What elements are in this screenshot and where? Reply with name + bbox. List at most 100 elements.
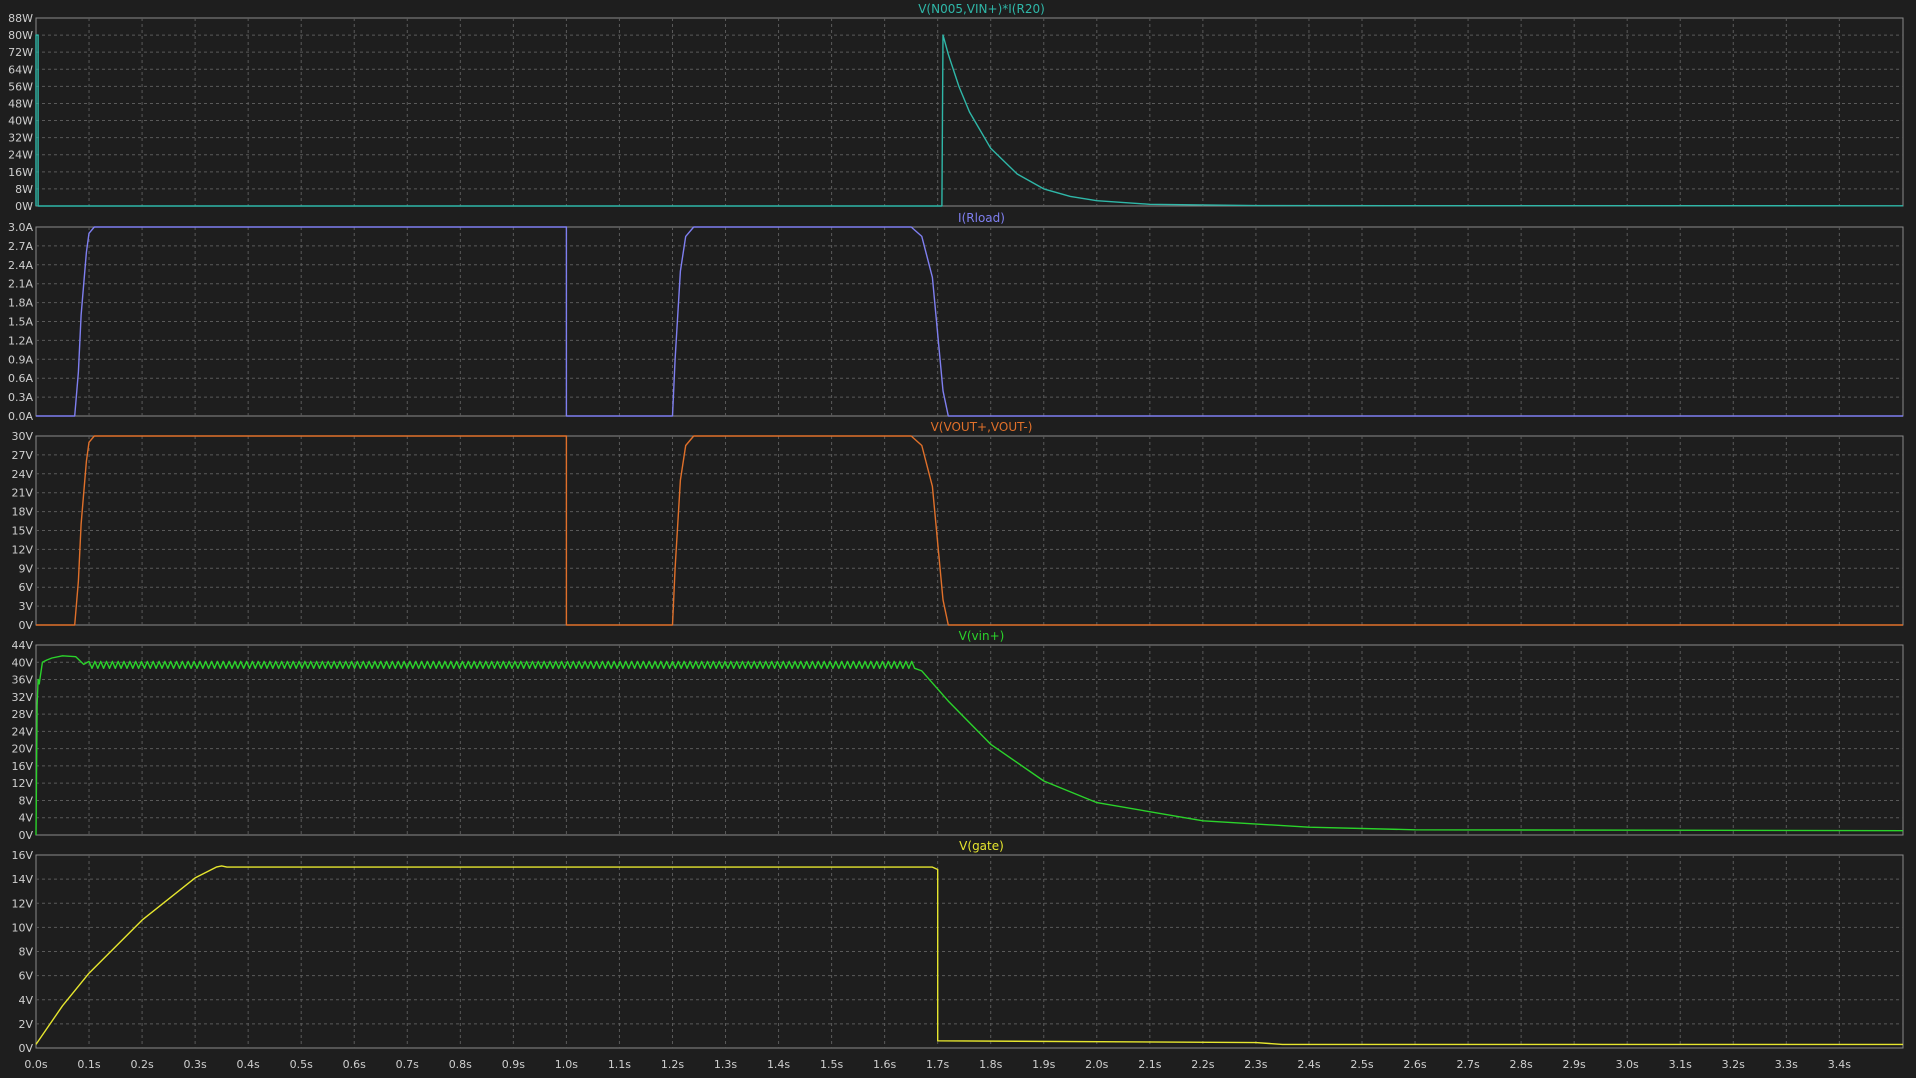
- y-tick-label: 72W: [8, 46, 33, 59]
- y-tick-label: 40W: [8, 115, 33, 128]
- y-tick-label: 4V: [18, 812, 33, 825]
- x-tick-label: 1.1s: [608, 1058, 631, 1071]
- y-tick-label: 6V: [18, 581, 33, 594]
- x-tick-label: 1.2s: [661, 1058, 684, 1071]
- y-tick-label: 8V: [18, 946, 33, 959]
- y-tick-label: 0V: [18, 1042, 33, 1055]
- y-tick-label: 1.2A: [8, 334, 33, 347]
- x-tick-label: 3.3s: [1775, 1058, 1798, 1071]
- y-tick-label: 24V: [11, 468, 33, 481]
- x-tick-label: 2.6s: [1403, 1058, 1426, 1071]
- x-tick-label: 0.4s: [237, 1058, 260, 1071]
- x-tick-label: 1.5s: [820, 1058, 843, 1071]
- y-tick-label: 14V: [11, 873, 33, 886]
- x-tick-label: 3.1s: [1669, 1058, 1692, 1071]
- y-tick-label: 20V: [11, 743, 33, 756]
- y-tick-label: 2.7A: [8, 240, 33, 253]
- y-tick-label: 15V: [11, 525, 33, 538]
- y-tick-label: 30V: [11, 430, 33, 443]
- x-tick-label: 1.0s: [555, 1058, 578, 1071]
- x-tick-label: 0.8s: [449, 1058, 472, 1071]
- pane-title: V(gate): [959, 839, 1004, 853]
- y-tick-label: 36V: [11, 674, 33, 687]
- x-tick-label: 2.4s: [1297, 1058, 1320, 1071]
- chart-window: 0W 8W 16W 24W 32W 40W 48W 56W 64W 72W 80W 88W V(N005…: [0, 0, 1916, 1074]
- y-tick-label: 27V: [11, 449, 33, 462]
- y-tick-label: 12V: [11, 897, 33, 910]
- waveform-chart: 0W 8W 16W 24W 32W 40W 48W 56W 64W 72W 80W 88W V(N005…: [8, 2, 1904, 1071]
- y-tick-label: 2.4A: [8, 259, 33, 272]
- x-tick-label: 1.4s: [767, 1058, 790, 1071]
- y-tick-label: 3.0A: [8, 221, 33, 234]
- x-tick-label: 1.8s: [979, 1058, 1002, 1071]
- y-tick-label: 32V: [11, 691, 33, 704]
- y-tick-label: 16V: [11, 760, 33, 773]
- x-tick-label: 2.8s: [1509, 1058, 1532, 1071]
- y-tick-label: 0.3A: [8, 391, 33, 404]
- x-tick-label: 2.7s: [1456, 1058, 1479, 1071]
- x-tick-label: 2.2s: [1191, 1058, 1214, 1071]
- plot-frame: [35, 644, 1904, 836]
- y-tick-label: 18V: [11, 506, 33, 519]
- x-tick-label: 2.9s: [1563, 1058, 1586, 1071]
- x-tick-label: 3.4s: [1828, 1058, 1851, 1071]
- pane-title: I(Rload): [958, 211, 1005, 225]
- y-tick-label: 0.9A: [8, 353, 33, 366]
- x-tick-label: 0.3s: [184, 1058, 207, 1071]
- y-tick-label: 12V: [11, 543, 33, 556]
- x-tick-label: 2.5s: [1350, 1058, 1373, 1071]
- y-tick-label: 16V: [11, 849, 33, 862]
- y-tick-label: 80W: [8, 29, 33, 42]
- y-tick-label: 88W: [8, 12, 33, 25]
- y-tick-label: 56W: [8, 80, 33, 93]
- y-tick-label: 0V: [18, 619, 33, 632]
- pane-1: 0W 8W 16W 24W 32W 40W 48W 56W 64W 72W 80W 88W V(N005…: [8, 2, 1904, 213]
- pane-title: V(N005,VIN+)*I(R20): [918, 2, 1045, 16]
- x-tick-label: 3.2s: [1722, 1058, 1745, 1071]
- y-tick-label: 64W: [8, 63, 33, 76]
- y-tick-label: 3V: [18, 600, 33, 613]
- x-tick-label: 0.6s: [343, 1058, 366, 1071]
- x-tick-label: 0.0s: [24, 1058, 47, 1071]
- x-tick-label: 3.0s: [1616, 1058, 1639, 1071]
- pane-title: V(VOUT+,VOUT-): [931, 420, 1033, 434]
- y-tick-label: 16W: [8, 166, 33, 179]
- x-tick-label: 0.5s: [290, 1058, 313, 1071]
- x-tick-label: 1.3s: [714, 1058, 737, 1071]
- y-tick-label: 40V: [11, 656, 33, 669]
- y-tick-label: 48W: [8, 97, 33, 110]
- x-tick-label: 2.0s: [1085, 1058, 1108, 1071]
- y-tick-label: 44V: [11, 639, 33, 652]
- y-tick-label: 12V: [11, 777, 33, 790]
- y-tick-label: 28V: [11, 708, 33, 721]
- y-tick-label: 8W: [15, 183, 33, 196]
- pane-2: 0.0A 0.3A 0.6A 0.9A 1.2A 1.5A 1.8A 2.1A 2.4A 2.7A…: [8, 211, 1904, 423]
- x-tick-label: 1.9s: [1032, 1058, 1055, 1071]
- y-tick-label: 0.0A: [8, 410, 33, 423]
- y-tick-label: 4V: [18, 994, 33, 1007]
- x-axis: 0.0s 0.1s 0.2s 0.3s 0.4s 0.5s 0.6s 0.7s 0.8s 0.9s…: [24, 1058, 1851, 1071]
- x-tick-label: 0.1s: [77, 1058, 100, 1071]
- y-tick-label: 32W: [8, 132, 33, 145]
- y-tick-label: 0V: [18, 829, 33, 842]
- x-tick-label: 1.7s: [926, 1058, 949, 1071]
- y-tick-label: 1.5A: [8, 316, 33, 329]
- x-tick-label: 0.7s: [396, 1058, 419, 1071]
- x-tick-label: 2.3s: [1244, 1058, 1267, 1071]
- y-tick-label: 24V: [11, 725, 33, 738]
- y-tick-label: 2V: [18, 1018, 33, 1031]
- pane-3: 0V 3V 6V 9V 12V 15V 18V 21V 24V 27V 30V V(VOUT+,VOU…: [11, 420, 1904, 632]
- y-tick-label: 21V: [11, 487, 33, 500]
- y-tick-label: 8V: [18, 794, 33, 807]
- pane-title: V(vin+): [959, 629, 1005, 643]
- pane-4: 0V 4V 8V 12V 16V 20V 24V 28V 32V 36V 40V 44V V(vin+): [11, 629, 1904, 842]
- y-tick-label: 10V: [11, 921, 33, 934]
- y-tick-label: 1.8A: [8, 297, 33, 310]
- pane-5: 0V 2V 4V 6V 8V 10V 12V 14V 16V V(gate): [11, 839, 1904, 1055]
- y-tick-label: 2.1A: [8, 278, 33, 291]
- y-tick-label: 0W: [15, 200, 33, 213]
- x-tick-label: 0.2s: [130, 1058, 153, 1071]
- y-tick-label: 6V: [18, 970, 33, 983]
- y-tick-label: 0.6A: [8, 372, 33, 385]
- y-tick-label: 24W: [8, 149, 33, 162]
